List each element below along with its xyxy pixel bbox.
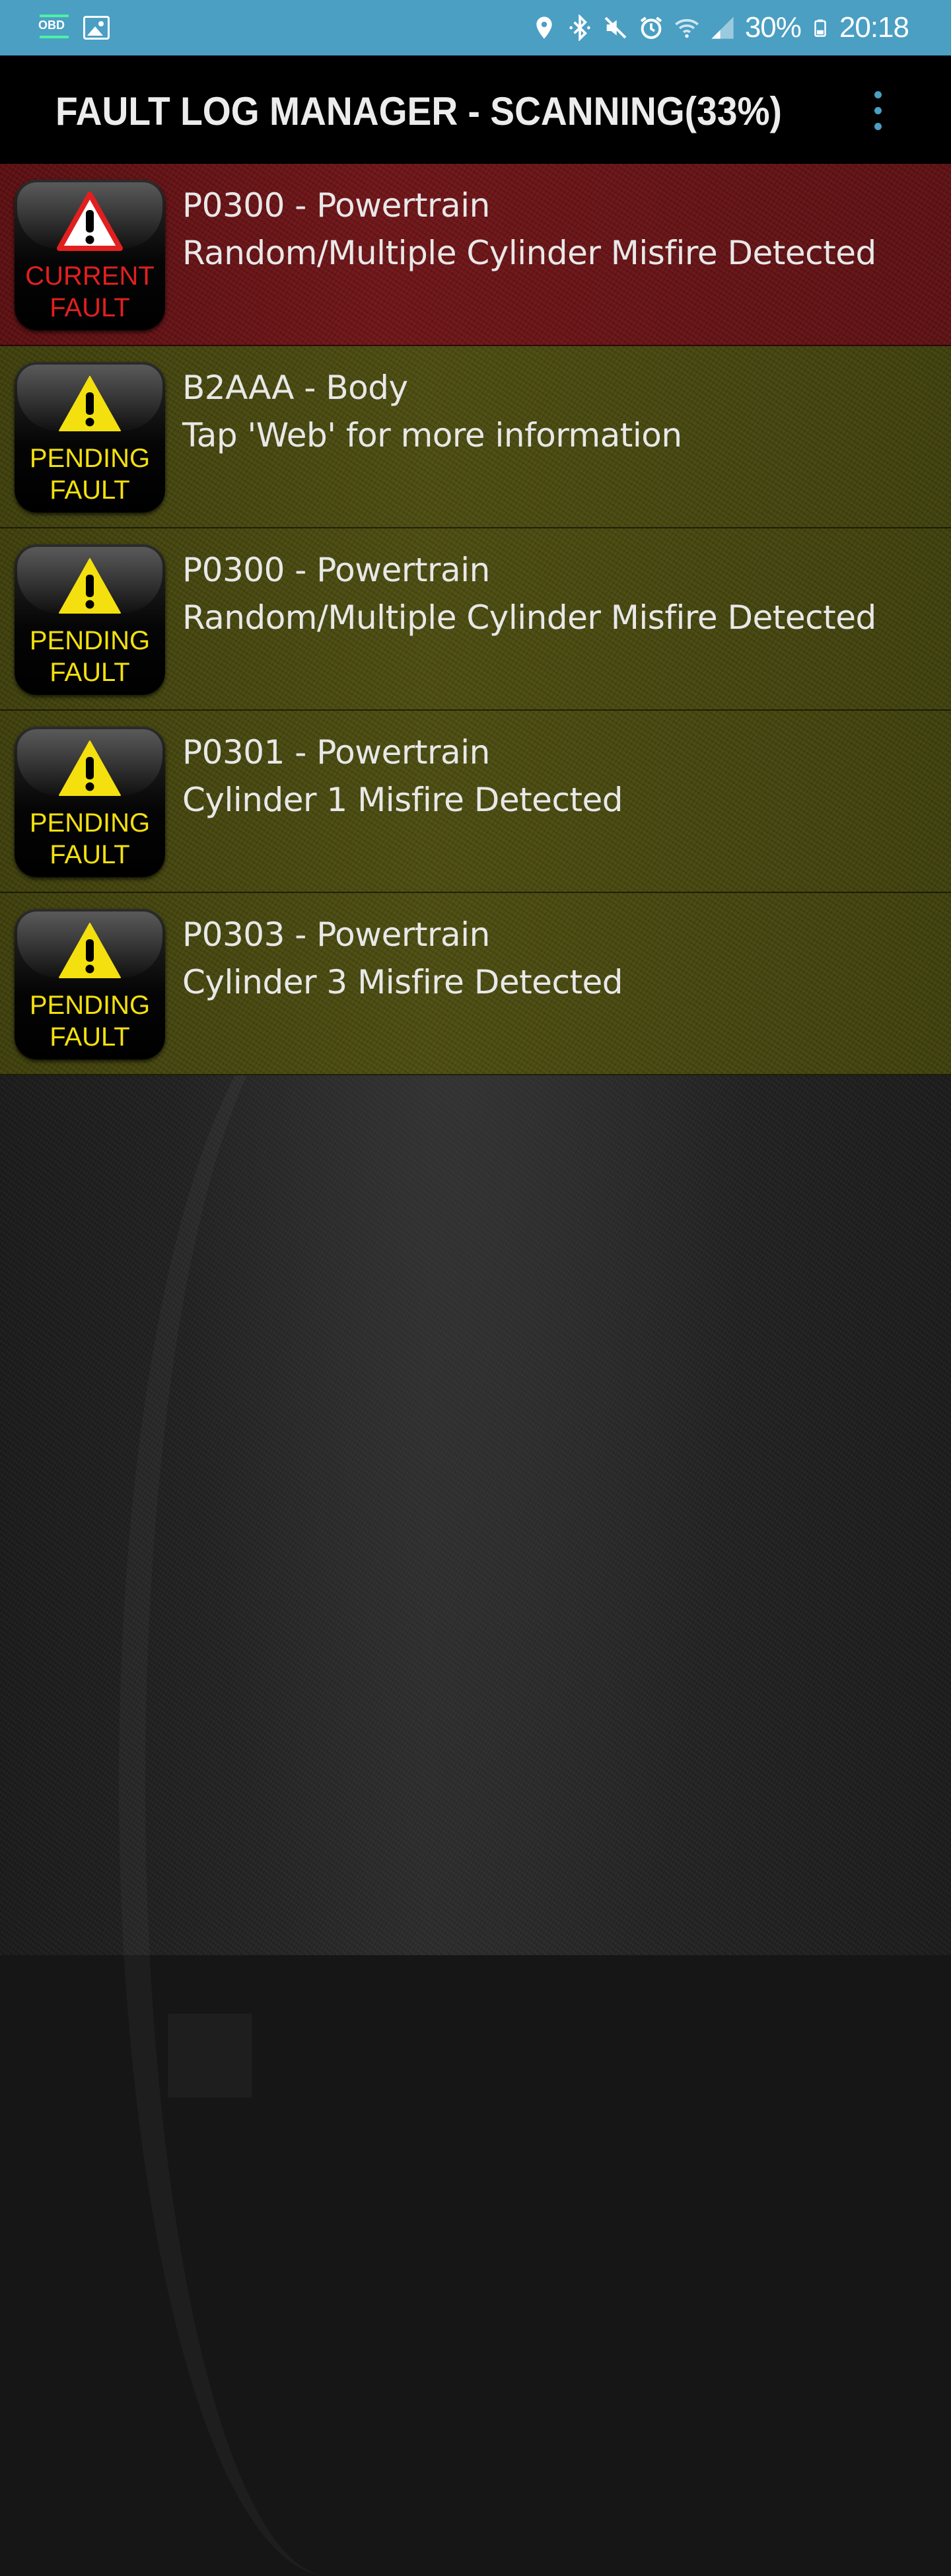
fault-description: Cylinder 3 Misfire Detected	[182, 963, 623, 1001]
signal-icon	[711, 17, 734, 39]
fault-row-pending[interactable]: PENDING FAULT P0303 - Powertrain Cylinde…	[0, 893, 951, 1075]
fault-description: Cylinder 1 Misfire Detected	[182, 781, 623, 819]
badge-fault-label: FAULT	[50, 476, 130, 505]
fault-status-badge: PENDING FAULT	[15, 362, 165, 513]
fault-code: P0300 - Powertrain	[182, 186, 490, 225]
fault-status-badge: CURRENT FAULT	[15, 180, 165, 330]
notification-icons: OBD	[37, 12, 110, 44]
status-bar: OBD 30% 20:18	[0, 0, 951, 55]
fault-code: P0300 - Powertrain	[182, 551, 490, 589]
background-curve	[119, 991, 542, 2576]
badge-status-label: PENDING	[29, 626, 151, 655]
obd-notification-label: OBD	[38, 18, 65, 32]
page-title: FAULT LOG MANAGER - SCANNING(33%)	[55, 89, 782, 133]
fault-row-pending[interactable]: PENDING FAULT P0300 - Powertrain Random/…	[0, 528, 951, 711]
warning-triangle-icon	[59, 376, 121, 431]
badge-status-label: CURRENT	[25, 262, 155, 291]
alarm-icon	[640, 17, 662, 40]
location-icon	[536, 17, 552, 39]
system-icons: 30% 20:18	[531, 9, 909, 46]
fault-description: Random/Multiple Cylinder Misfire Detecte…	[182, 598, 876, 637]
bluetooth-icon	[569, 15, 590, 41]
fault-row-pending[interactable]: PENDING FAULT P0301 - Powertrain Cylinde…	[0, 711, 951, 893]
fault-status-badge: PENDING FAULT	[15, 544, 165, 695]
fault-code: P0303 - Powertrain	[182, 915, 490, 954]
mute-icon	[604, 17, 627, 39]
fault-status-badge: PENDING FAULT	[15, 727, 165, 877]
battery-percent: 30%	[744, 11, 802, 44]
fault-code: P0301 - Powertrain	[182, 733, 490, 771]
fault-status-badge: PENDING FAULT	[15, 909, 165, 1059]
more-vertical-icon[interactable]	[870, 90, 886, 132]
badge-status-label: PENDING	[29, 444, 151, 473]
fault-code: B2AAA - Body	[182, 369, 408, 407]
badge-status-label: PENDING	[29, 991, 151, 1020]
fault-list: CURRENT FAULT P0300 - Powertrain Random/…	[0, 164, 951, 1075]
image-notification-icon	[83, 16, 110, 40]
wifi-icon	[674, 18, 699, 38]
badge-fault-label: FAULT	[50, 1022, 130, 1052]
fault-description: Tap 'Web' for more information	[182, 416, 682, 454]
fault-description: Random/Multiple Cylinder Misfire Detecte…	[182, 234, 876, 272]
fault-row-pending[interactable]: PENDING FAULT B2AAA - Body Tap 'Web' for…	[0, 346, 951, 528]
badge-fault-label: FAULT	[50, 293, 130, 322]
warning-triangle-icon	[57, 192, 123, 251]
badge-fault-label: FAULT	[50, 840, 130, 869]
warning-triangle-icon	[59, 740, 121, 796]
obd-notification-icon: OBD	[37, 15, 74, 41]
warning-triangle-icon	[59, 923, 121, 978]
badge-status-label: PENDING	[29, 808, 151, 838]
badge-fault-label: FAULT	[50, 658, 130, 687]
clock: 20:18	[839, 11, 909, 44]
battery-icon	[814, 19, 826, 37]
fault-row-current[interactable]: CURRENT FAULT P0300 - Powertrain Random/…	[0, 164, 951, 346]
warning-triangle-icon	[59, 558, 121, 614]
app-toolbar: FAULT LOG MANAGER - SCANNING(33%)	[0, 55, 951, 164]
